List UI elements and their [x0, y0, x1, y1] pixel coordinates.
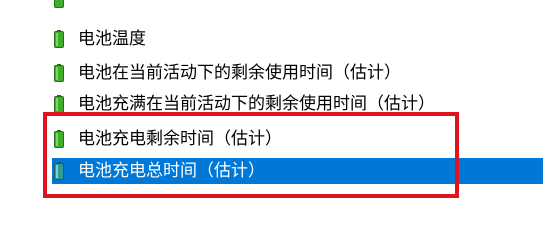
list-item[interactable]	[0, 0, 543, 14]
list-item-label: 电池温度	[78, 29, 146, 49]
battery-icon	[54, 64, 64, 82]
list-item[interactable]: 电池在当前活动下的剩余使用时间（估计）	[0, 58, 543, 88]
battery-icon	[54, 95, 64, 113]
battery-icon	[54, 30, 64, 48]
window-viewport: 电池温度 电池在当前活动下的剩余使用时间（估计） 电池充满在当前活动下的剩余使用…	[0, 0, 543, 211]
annotation-highlight-box	[43, 112, 459, 198]
list-item[interactable]: 电池温度	[0, 24, 543, 54]
list-item-label: 电池在当前活动下的剩余使用时间（估计）	[78, 63, 401, 83]
battery-icon	[54, 0, 64, 8]
